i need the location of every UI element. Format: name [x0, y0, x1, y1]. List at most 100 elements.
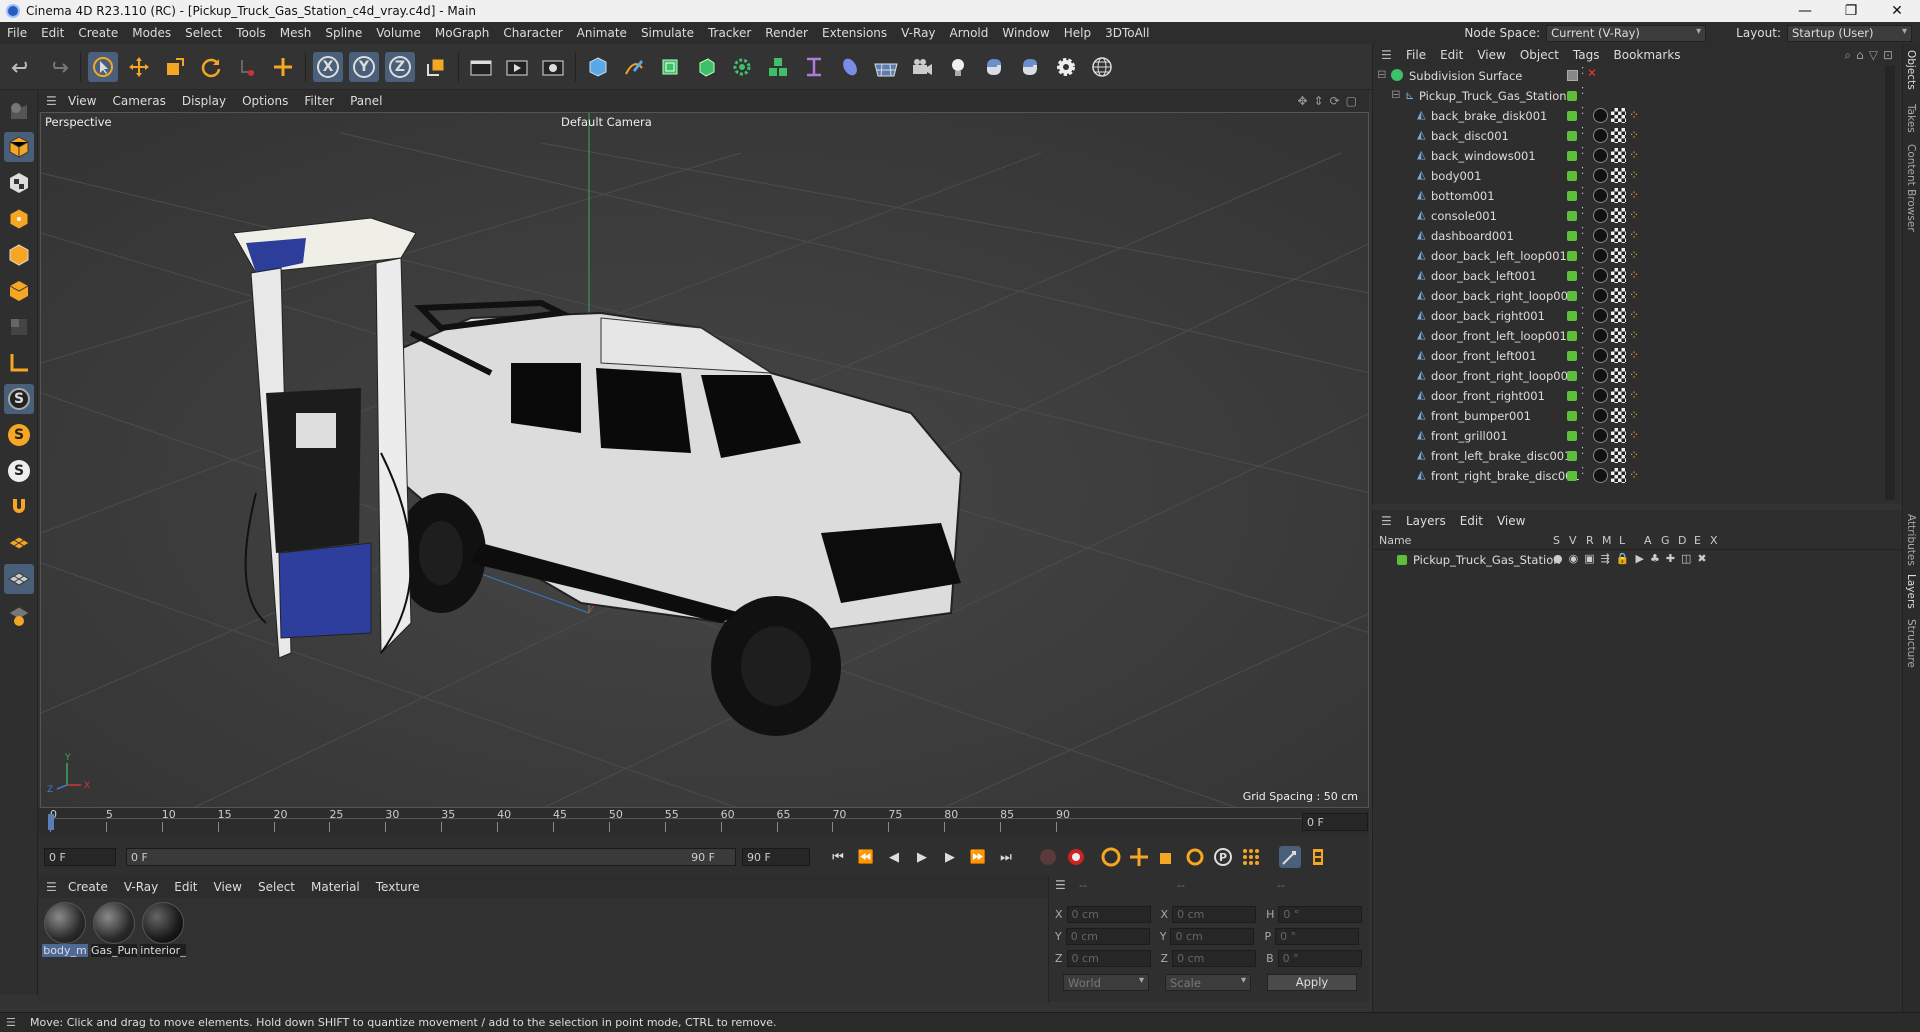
visibility-dots-icon[interactable]: ⁚ [1581, 386, 1584, 397]
material-menu-select[interactable]: Select [250, 880, 303, 894]
previous-frame-button[interactable]: ◀ [883, 846, 905, 868]
layer-color-tag[interactable] [1567, 131, 1577, 141]
layer-color-tag[interactable] [1567, 211, 1577, 221]
menu-modes[interactable]: Modes [125, 26, 178, 40]
solo-off-button[interactable]: S [4, 456, 34, 486]
viewport-menu-panel[interactable]: Panel [342, 94, 390, 108]
coordinate-system-button[interactable] [421, 52, 451, 82]
tree-row-object[interactable]: ◭ door_back_left001 ⁚ ⁘ [1373, 266, 1883, 286]
viewport-menu-options[interactable]: Options [234, 94, 296, 108]
camera-button[interactable] [907, 52, 937, 82]
layer-color-tag[interactable] [1567, 191, 1577, 201]
mograph-button[interactable] [763, 52, 793, 82]
size-y-field[interactable]: 0 cm [1170, 928, 1255, 945]
field-button[interactable] [835, 52, 865, 82]
vray-material-tag-icon[interactable] [1593, 308, 1608, 323]
uv-mode-button[interactable] [4, 312, 34, 342]
planar-workplane-button[interactable] [4, 564, 34, 594]
texture-tag-icon[interactable] [1611, 248, 1626, 263]
rot-h-field[interactable]: 0 ° [1278, 906, 1363, 923]
menu-volume[interactable]: Volume [369, 26, 428, 40]
pos-y-field[interactable]: 0 cm [1065, 928, 1150, 945]
settings-gear-button[interactable] [1051, 52, 1081, 82]
motion-tracking-button[interactable] [1279, 846, 1301, 868]
column-render[interactable]: R [1586, 534, 1594, 547]
size-mode-dropdown[interactable]: Scale [1165, 974, 1251, 991]
layer-color-tag[interactable] [1567, 451, 1577, 461]
layer-color-swatch[interactable] [1397, 555, 1407, 565]
vray-material-tag-icon[interactable] [1593, 428, 1608, 443]
layers-menu-view[interactable]: View [1490, 514, 1532, 528]
size-x-field[interactable]: 0 cm [1172, 906, 1257, 923]
frame-range-slider[interactable]: 0 F 90 F [126, 848, 736, 866]
layer-color-tag[interactable] [1567, 331, 1577, 341]
texture-tag-icon[interactable] [1611, 388, 1626, 403]
tree-row-object[interactable]: ◭ front_left_brake_disc001 ⁚ ⁘ [1373, 446, 1883, 466]
layer-color-tag[interactable] [1567, 391, 1577, 401]
key-parameter-button[interactable]: P [1212, 846, 1234, 868]
uvw-tag-icon[interactable]: ⁘ [1629, 308, 1644, 323]
3d-viewport[interactable]: Perspective Default Camera Grid Spacing … [40, 112, 1369, 808]
menu-window[interactable]: Window [995, 26, 1056, 40]
viewport-nav-icons[interactable]: ✥⇕⟳▢ [1297, 94, 1369, 108]
objects-menu-tags[interactable]: Tags [1566, 48, 1607, 62]
apply-button[interactable]: Apply [1267, 974, 1357, 991]
layers-menu-edit[interactable]: Edit [1453, 514, 1490, 528]
uvw-tag-icon[interactable]: ⁘ [1629, 128, 1644, 143]
texture-tag-icon[interactable] [1611, 148, 1626, 163]
tree-row-object[interactable]: ◭ door_back_left_loop001 ⁚ ⁘ [1373, 246, 1883, 266]
key-scale-button[interactable] [1156, 846, 1178, 868]
column-locked[interactable]: L [1619, 534, 1625, 547]
objects-menu-file[interactable]: File [1399, 48, 1433, 62]
menu-help[interactable]: Help [1057, 26, 1098, 40]
spline-pen-button[interactable] [619, 52, 649, 82]
close-button[interactable]: ✕ [1874, 3, 1920, 19]
column-manager[interactable]: M [1602, 534, 1612, 547]
tree-row-object[interactable]: ◭ back_brake_disk001 ⁚ ⁘ [1373, 106, 1883, 126]
texture-tag-icon[interactable] [1611, 168, 1626, 183]
polygon-mode-button[interactable] [4, 276, 34, 306]
texture-tag-icon[interactable] [1611, 108, 1626, 123]
maximize-button[interactable]: ❐ [1828, 3, 1874, 19]
layer-color-tag[interactable] [1567, 411, 1577, 421]
solo-button[interactable]: S [4, 384, 34, 414]
visibility-dots-icon[interactable]: ⁚ [1581, 246, 1584, 257]
cloner-button[interactable] [727, 52, 757, 82]
vray-material-tag-icon[interactable] [1593, 168, 1608, 183]
edge-mode-button[interactable] [4, 240, 34, 270]
floor-button[interactable] [871, 52, 901, 82]
cube-object-button[interactable] [583, 52, 613, 82]
viewport-menu-cameras[interactable]: Cameras [104, 94, 173, 108]
tree-row-object[interactable]: ◭ back_windows001 ⁚ ⁘ [1373, 146, 1883, 166]
visibility-dots-icon[interactable]: ⁚ [1581, 166, 1584, 177]
uvw-tag-icon[interactable]: ⁘ [1629, 348, 1644, 363]
hamburger-icon[interactable]: ☰ [38, 880, 60, 894]
texture-tag-icon[interactable] [1611, 428, 1626, 443]
layer-row[interactable]: Pickup_Truck_Gas_Station ●◉▣⇶🔒▶♣✚◫✖ [1373, 550, 1902, 570]
visibility-dots-icon[interactable]: ⁚ [1581, 86, 1584, 97]
menu-tracker[interactable]: Tracker [701, 26, 758, 40]
uvw-tag-icon[interactable]: ⁘ [1629, 448, 1644, 463]
render-view-button[interactable] [466, 52, 496, 82]
material-swatch[interactable]: interior_ [140, 902, 186, 957]
texture-tag-icon[interactable] [1611, 468, 1626, 483]
column-xref[interactable]: X [1710, 534, 1718, 547]
tab-layers[interactable]: Layers [1905, 574, 1917, 609]
visibility-dots-icon[interactable]: ⁚ [1581, 186, 1584, 197]
make-editable-button[interactable] [4, 96, 34, 126]
menu-animate[interactable]: Animate [570, 26, 634, 40]
material-menu-material[interactable]: Material [303, 880, 368, 894]
key-rotation-button[interactable] [1184, 846, 1206, 868]
objects-menu-bookmarks[interactable]: Bookmarks [1607, 48, 1688, 62]
uvw-tag-icon[interactable]: ⁘ [1629, 468, 1644, 483]
uvw-tag-icon[interactable]: ⁘ [1629, 288, 1644, 303]
record-keys-button[interactable] [1037, 846, 1059, 868]
light-button[interactable] [943, 52, 973, 82]
uvw-tag-icon[interactable]: ⁘ [1629, 408, 1644, 423]
tree-row-object[interactable]: ◭ console001 ⁚ ⁘ [1373, 206, 1883, 226]
tree-row-object[interactable]: ◭ body001 ⁚ ⁘ [1373, 166, 1883, 186]
texture-tag-icon[interactable] [1611, 348, 1626, 363]
axis-mode-button[interactable] [4, 348, 34, 378]
visibility-dots-icon[interactable]: ⁚ [1581, 466, 1584, 477]
tree-row-object[interactable]: ◭ dashboard001 ⁚ ⁘ [1373, 226, 1883, 246]
